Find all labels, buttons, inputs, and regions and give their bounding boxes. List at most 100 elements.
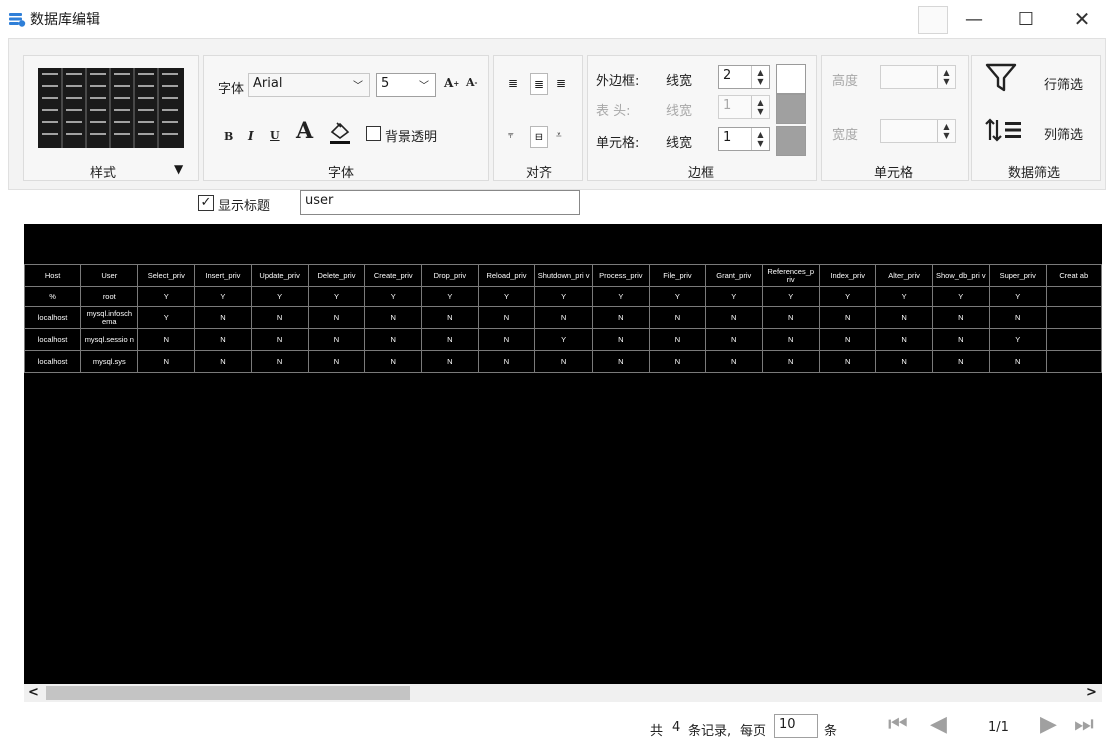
cell-height-input[interactable]: ▲ ▼ (880, 65, 956, 89)
table-cell[interactable]: N (875, 328, 933, 351)
align-top-icon[interactable]: ⫧ (508, 130, 514, 141)
fill-color-icon[interactable] (328, 120, 352, 146)
table-cell[interactable]: Y (648, 286, 706, 307)
column-header[interactable]: User (80, 264, 139, 287)
table-cell[interactable]: N (250, 328, 309, 351)
table-cell[interactable]: N (591, 350, 650, 373)
table-cell[interactable]: N (648, 350, 706, 373)
table-cell[interactable]: mysql.sys (80, 350, 139, 373)
bold-button[interactable]: B (224, 130, 233, 143)
column-filter-label[interactable]: 列筛选 (1044, 124, 1083, 143)
align-right-icon[interactable]: ≣ (556, 76, 566, 90)
spinner-icon[interactable]: ▲ ▼ (751, 128, 769, 150)
outer-border-width-input[interactable]: 2 ▲ ▼ (718, 65, 770, 89)
table-cell[interactable]: N (250, 306, 309, 329)
column-header[interactable]: Shutdown_pri v (534, 264, 593, 287)
prev-page-icon[interactable]: ◀ (930, 712, 947, 737)
table-cell[interactable]: N (477, 306, 536, 329)
table-cell[interactable]: Y (307, 286, 366, 307)
header-border-color-swatch[interactable] (776, 94, 806, 124)
cell-border-color-swatch[interactable] (776, 126, 806, 156)
table-cell[interactable]: N (534, 306, 593, 329)
style-dropdown-icon[interactable]: ▼ (174, 162, 183, 176)
column-header[interactable]: Drop_priv (421, 264, 479, 287)
scrollbar-thumb[interactable] (46, 686, 410, 700)
underline-button[interactable]: U (270, 129, 280, 142)
table-cell[interactable]: N (477, 328, 536, 351)
minimize-button[interactable]: — (952, 0, 996, 38)
spinner-icon[interactable]: ▲ ▼ (751, 96, 769, 118)
spinner-icon[interactable]: ▲ ▼ (937, 120, 955, 142)
table-cell[interactable]: N (307, 306, 366, 329)
maximize-button[interactable]: ☐ (1004, 0, 1048, 38)
column-header[interactable]: Alter_priv (875, 264, 933, 287)
table-cell[interactable]: mysql.sessio n (80, 328, 139, 351)
table-cell[interactable]: mysql.infosch ema (80, 306, 139, 329)
table-cell[interactable]: N (194, 350, 252, 373)
table-cell[interactable]: % (24, 286, 82, 307)
table-cell[interactable]: Y (931, 286, 990, 307)
spinner-icon[interactable]: ▲ ▼ (937, 66, 955, 88)
table-cell[interactable]: N (988, 350, 1047, 373)
table-cell[interactable]: Y (364, 286, 423, 307)
table-cell[interactable]: N (250, 350, 309, 373)
table-cell[interactable]: N (704, 306, 763, 329)
column-header[interactable]: File_priv (648, 264, 706, 287)
table-row[interactable]: localhost mysql.infosch ema Y N N N N N N N N N N N N N… (24, 306, 1102, 329)
font-size-select[interactable]: 5 ﹀ (376, 73, 436, 97)
table-cell[interactable] (1045, 328, 1102, 351)
table-cell[interactable]: N (648, 306, 706, 329)
column-header[interactable]: Host (24, 264, 82, 287)
column-filter-icon[interactable] (984, 116, 1024, 144)
column-header[interactable]: Process_priv (591, 264, 650, 287)
table-cell[interactable]: Y (704, 286, 763, 307)
table-cell[interactable]: Y (761, 286, 820, 307)
table-cell[interactable] (1045, 350, 1102, 373)
scroll-right-icon[interactable]: > (1086, 685, 1097, 700)
close-button[interactable]: ✕ (1060, 0, 1104, 38)
column-header[interactable]: References_p riv (761, 264, 820, 287)
table-cell[interactable]: N (761, 350, 820, 373)
italic-button[interactable]: I (248, 129, 254, 143)
table-row[interactable]: localhost mysql.sessio nNNNNNNNYNNNNNNNY (24, 328, 1102, 351)
table-cell[interactable]: N (421, 328, 479, 351)
table-cell[interactable]: localhost (24, 328, 82, 351)
table-cell[interactable]: Y (875, 286, 933, 307)
align-bottom-icon[interactable]: ⩡ (556, 130, 562, 141)
table-cell[interactable]: Y (534, 286, 593, 307)
table-row[interactable]: localhost mysql.sys N N N N N N N N N N N N N N N N (24, 350, 1102, 373)
table-cell[interactable]: N (704, 328, 763, 351)
table-cell[interactable]: N (931, 306, 990, 329)
grow-font-icon[interactable]: A + (444, 76, 459, 90)
table-cell[interactable]: Y (818, 286, 877, 307)
column-header[interactable]: Create_priv (364, 264, 423, 287)
column-header[interactable]: Select_priv (137, 264, 196, 287)
header-border-width-input[interactable]: 1 ▲ ▼ (718, 95, 770, 119)
show-title-checkbox[interactable]: ✓ (198, 195, 214, 211)
row-filter-label[interactable]: 行筛选 (1044, 74, 1083, 93)
filter-icon[interactable] (984, 60, 1018, 94)
font-name-select[interactable]: Arial ﹀ (248, 73, 370, 97)
table-cell[interactable]: N (194, 328, 252, 351)
table-cell[interactable]: N (761, 306, 820, 329)
table-cell[interactable] (1045, 286, 1102, 307)
font-color-button[interactable]: A (296, 118, 313, 144)
table-cell[interactable]: N (591, 328, 650, 351)
table-cell[interactable]: N (875, 350, 933, 373)
table-cell[interactable]: N (194, 306, 252, 329)
table-cell[interactable]: N (364, 350, 423, 373)
horizontal-scrollbar[interactable]: < > (24, 684, 1102, 702)
table-cell[interactable]: N (137, 328, 196, 351)
table-cell[interactable]: N (818, 328, 877, 351)
table-cell[interactable]: N (137, 350, 196, 373)
column-header[interactable]: Grant_priv (704, 264, 763, 287)
shrink-font-icon[interactable]: A- (466, 76, 477, 89)
table-cell[interactable]: Y (250, 286, 309, 307)
scroll-left-icon[interactable]: < (28, 685, 39, 700)
table-style-preview[interactable] (38, 68, 184, 148)
table-cell[interactable]: N (761, 328, 820, 351)
table-cell[interactable]: Y (421, 286, 479, 307)
first-page-icon[interactable]: ⏮ (888, 712, 908, 737)
transparent-bg-checkbox[interactable] (366, 126, 381, 141)
table-row[interactable]: % root Y Y Y Y Y Y Y Y Y Y Y Y Y Y Y Y (24, 286, 1102, 307)
